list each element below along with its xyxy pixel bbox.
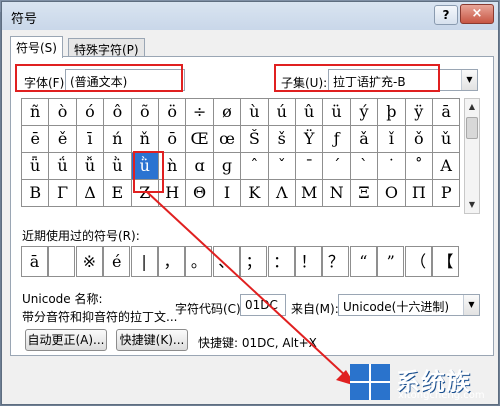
- watermark-logo: 系统族 xitongcheng.com: [346, 358, 498, 404]
- annotation-arrow: [146, 191, 356, 386]
- arrow-line: [146, 191, 349, 379]
- tab-symbols[interactable]: 符号(S): [10, 36, 63, 58]
- windows-logo-icon: [350, 364, 390, 400]
- watermark-sub: xitongcheng.com: [398, 390, 485, 401]
